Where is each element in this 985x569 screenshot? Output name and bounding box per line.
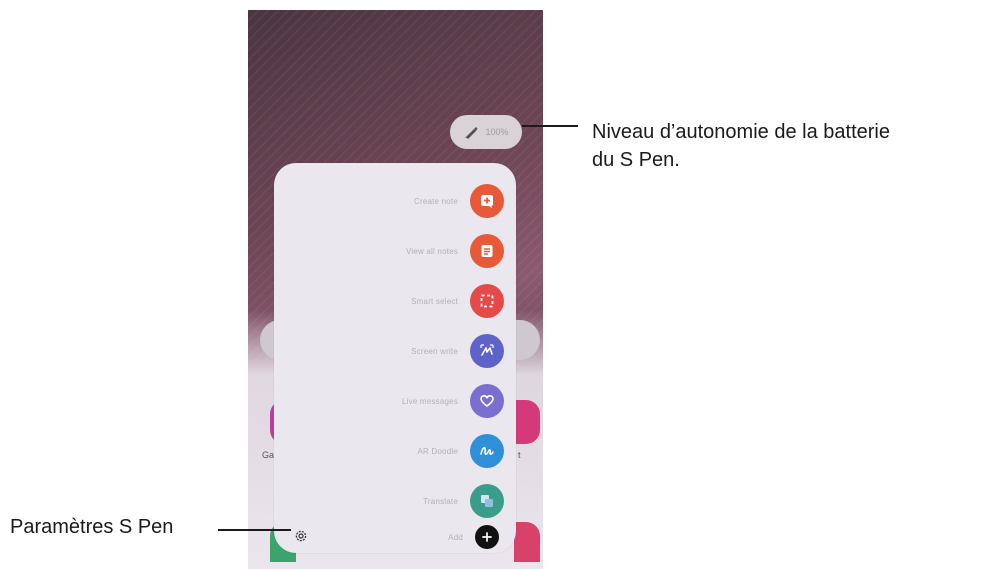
menu-item-label: Screen write bbox=[411, 346, 458, 356]
settings-callout-text: Paramètres S Pen bbox=[10, 516, 174, 538]
dock-app-right[interactable] bbox=[514, 522, 540, 562]
menu-item-screen-write[interactable]: Screen write bbox=[284, 331, 504, 371]
menu-item-label: Create note bbox=[413, 196, 458, 206]
app-label-right: t bbox=[518, 450, 521, 460]
battery-callout-line bbox=[522, 125, 578, 127]
battery-callout-line2: du S Pen. bbox=[592, 149, 680, 171]
phone-screen: Ga t 100% Create note View all notes Sma… bbox=[248, 10, 543, 569]
battery-callout-text: Niveau d’autonomie de la batterie du S P… bbox=[592, 118, 890, 174]
menu-item-label: Add bbox=[448, 532, 463, 542]
menu-item-create-note[interactable]: Create note bbox=[284, 181, 504, 221]
battery-level-text: 100% bbox=[485, 127, 509, 137]
smart-select-icon bbox=[470, 284, 504, 318]
menu-item-label: View all notes bbox=[405, 246, 458, 256]
menu-item-smart-select[interactable]: Smart select bbox=[284, 281, 504, 321]
settings-callout-line bbox=[218, 529, 291, 531]
add-icon bbox=[475, 525, 499, 549]
ar-doodle-icon bbox=[470, 434, 504, 468]
s-pen-battery-indicator: 100% bbox=[450, 115, 522, 149]
view-notes-icon bbox=[470, 234, 504, 268]
app-icon-right[interactable] bbox=[514, 400, 540, 444]
s-pen-icon bbox=[465, 127, 478, 139]
live-messages-icon bbox=[470, 384, 504, 418]
gallery-app-label: Ga bbox=[262, 450, 275, 460]
battery-callout-line1: Niveau d’autonomie de la batterie bbox=[592, 121, 890, 143]
menu-item-view-all-notes[interactable]: View all notes bbox=[284, 231, 504, 271]
air-command-panel: Create note View all notes Smart select … bbox=[274, 163, 516, 553]
menu-item-translate[interactable]: Translate bbox=[284, 481, 504, 521]
menu-item-add[interactable]: Add bbox=[284, 519, 504, 555]
menu-item-label: Live messages bbox=[402, 396, 458, 406]
menu-item-ar-doodle[interactable]: AR Doodle bbox=[284, 431, 504, 471]
create-note-icon bbox=[470, 184, 504, 218]
menu-item-live-messages[interactable]: Live messages bbox=[284, 381, 504, 421]
screen-write-icon bbox=[470, 334, 504, 368]
gear-icon[interactable] bbox=[294, 529, 308, 543]
menu-item-label: Smart select bbox=[411, 296, 458, 306]
menu-item-label: AR Doodle bbox=[417, 446, 458, 456]
translate-icon bbox=[470, 484, 504, 518]
menu-item-label: Translate bbox=[423, 496, 458, 506]
